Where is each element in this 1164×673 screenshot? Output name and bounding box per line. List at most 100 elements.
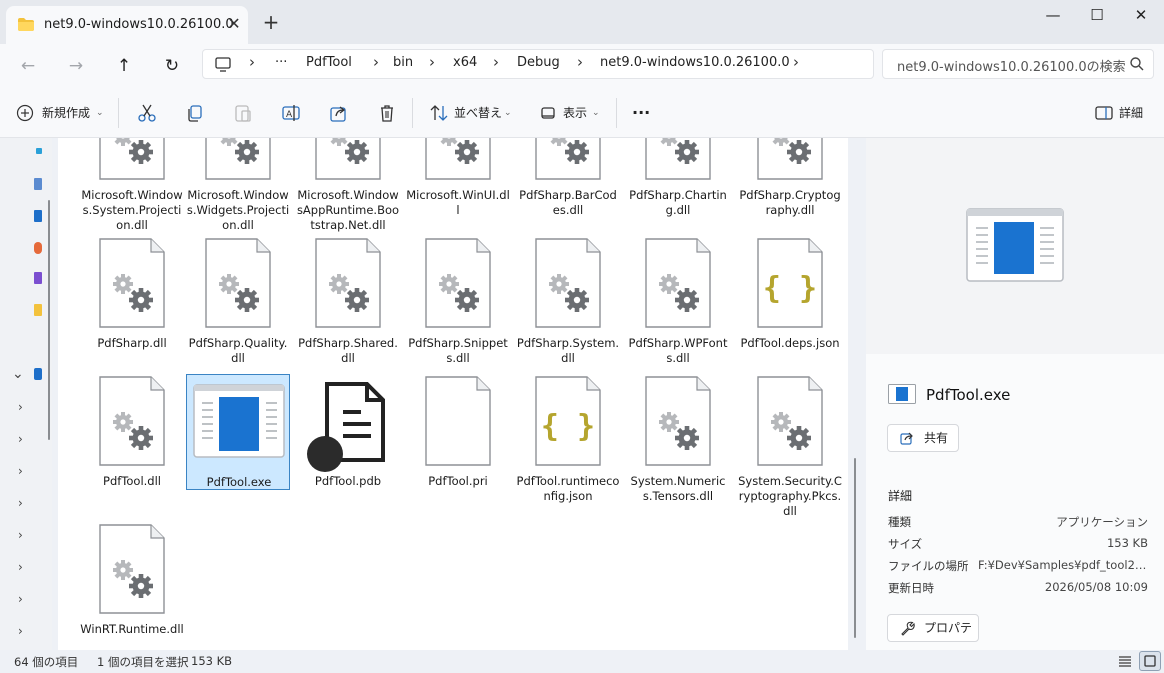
file-name: PdfSharp.dll bbox=[97, 336, 167, 350]
file-item[interactable]: PdfTool.pdb bbox=[296, 374, 400, 490]
file-item[interactable]: PdfTool.dll bbox=[80, 374, 184, 490]
title-bar: net9.0-windows10.0.26100.0 ✕ + — ☐ ✕ bbox=[0, 0, 1164, 44]
file-item[interactable]: PdfSharp.WPFonts.dll bbox=[626, 236, 730, 365]
computer-icon bbox=[215, 57, 231, 72]
chevron-right-icon[interactable]: › bbox=[18, 560, 23, 574]
file-item[interactable]: Microsoft.Windows.Widgets.Projection.dll bbox=[186, 138, 290, 232]
file-item[interactable]: PdfSharp.Cryptography.dll bbox=[738, 138, 842, 217]
chevron-right-icon[interactable]: › bbox=[18, 496, 23, 510]
file-item[interactable]: PdfSharp.dll bbox=[80, 236, 184, 352]
breadcrumb-net9[interactable]: net9.0-windows10.0.26100.0 bbox=[600, 55, 790, 70]
breadcrumb-x64[interactable]: x64 bbox=[453, 55, 477, 70]
share-label: 共有 bbox=[924, 431, 949, 445]
details-view-icon[interactable] bbox=[1117, 654, 1133, 668]
nav-item-icon[interactable] bbox=[34, 210, 42, 222]
share-icon bbox=[900, 432, 913, 445]
file-item[interactable]: PdfTool.exe bbox=[186, 374, 290, 490]
file-name: PdfSharp.BarCodes.dll bbox=[519, 188, 617, 217]
nav-item-icon[interactable] bbox=[34, 304, 42, 316]
nav-item-icon[interactable] bbox=[34, 272, 42, 284]
file-item[interactable]: System.Security.Cryptography.Pkcs.dll bbox=[738, 374, 842, 518]
cloud-icon[interactable] bbox=[34, 368, 42, 380]
nav-item-icon[interactable] bbox=[34, 242, 42, 254]
file-name: System.Security.Cryptography.Pkcs.dll bbox=[738, 474, 842, 518]
wrench-icon bbox=[901, 621, 915, 636]
file-item[interactable]: Microsoft.WinUI.dll bbox=[406, 138, 510, 217]
chevron-right-icon[interactable]: › bbox=[18, 432, 23, 446]
tab-current-folder[interactable]: net9.0-windows10.0.26100.0 ✕ bbox=[6, 6, 248, 44]
file-item[interactable]: System.Numerics.Tensors.dll bbox=[626, 374, 730, 503]
file-item[interactable]: { } PdfTool.deps.json bbox=[738, 236, 842, 352]
file-item[interactable]: { } PdfTool.runtimeconfig.json bbox=[516, 374, 620, 503]
breadcrumb-bin[interactable]: bin bbox=[393, 55, 413, 70]
share-button[interactable]: 共有 bbox=[887, 424, 959, 452]
file-item[interactable]: Microsoft.WindowsAppRuntime.Bootstrap.Ne… bbox=[296, 138, 400, 232]
file-name: PdfTool.deps.json bbox=[740, 336, 840, 350]
file-item[interactable]: WinRT.Runtime.dll bbox=[80, 522, 184, 638]
new-tab-button[interactable]: + bbox=[258, 10, 284, 36]
command-bar: 新規作成 ⌄ A 並べ替え ⌄ 表示 ⌄ ··· 詳細 bbox=[0, 88, 1164, 138]
file-name: PdfTool.pri bbox=[428, 474, 488, 488]
file-name: PdfSharp.System.dll bbox=[516, 336, 620, 365]
file-item[interactable]: PdfSharp.Charting.dll bbox=[626, 138, 730, 217]
dll-gear-icon bbox=[99, 524, 165, 614]
chevron-right-icon: › bbox=[577, 53, 583, 71]
delete-icon[interactable] bbox=[376, 102, 398, 124]
chevron-right-icon[interactable]: › bbox=[18, 624, 23, 638]
new-button[interactable]: 新規作成 bbox=[42, 101, 90, 125]
more-options-button[interactable]: ··· bbox=[632, 101, 650, 125]
breadcrumb-debug[interactable]: Debug bbox=[517, 55, 560, 70]
file-item[interactable]: PdfSharp.BarCodes.dll bbox=[516, 138, 620, 217]
nav-item-icon[interactable] bbox=[36, 148, 42, 154]
rename-icon[interactable]: A bbox=[280, 102, 302, 124]
prop-key: 種類 bbox=[888, 515, 911, 529]
chevron-down-icon[interactable]: ⌄ bbox=[12, 366, 24, 382]
separator bbox=[412, 98, 413, 128]
up-button[interactable]: ↑ bbox=[110, 53, 138, 81]
forward-button[interactable]: → bbox=[62, 53, 90, 81]
paste-icon[interactable] bbox=[232, 102, 254, 124]
properties-button[interactable]: プロパティ bbox=[887, 614, 979, 661]
view-button[interactable]: 表示 bbox=[563, 101, 587, 125]
file-list[interactable]: Microsoft.Windows.System.Projection.dll M… bbox=[58, 138, 848, 650]
file-list-scrollbar[interactable] bbox=[852, 138, 858, 650]
chevron-right-icon[interactable]: › bbox=[18, 592, 23, 606]
dll-gear-icon bbox=[205, 238, 271, 328]
more-breadcrumbs-button[interactable]: ··· bbox=[275, 55, 287, 70]
file-item[interactable]: PdfSharp.Shared.dll bbox=[296, 236, 400, 365]
maximize-button[interactable]: ☐ bbox=[1074, 0, 1120, 32]
file-item[interactable]: PdfSharp.Quality.dll bbox=[186, 236, 290, 365]
json-braces-icon: { } bbox=[757, 238, 823, 328]
share-icon[interactable] bbox=[328, 102, 350, 124]
close-tab-button[interactable]: ✕ bbox=[222, 12, 246, 36]
chevron-right-icon[interactable]: › bbox=[18, 528, 23, 542]
nav-item-icon[interactable] bbox=[34, 178, 42, 190]
file-item[interactable]: Microsoft.Windows.System.Projection.dll bbox=[80, 138, 184, 232]
minimize-button[interactable]: — bbox=[1030, 0, 1076, 32]
navigation-pane: ⌄ › › › › › › › › bbox=[0, 138, 52, 650]
folder-icon bbox=[18, 18, 34, 31]
cut-icon[interactable] bbox=[136, 102, 158, 124]
search-input[interactable]: net9.0-windows10.0.26100.0の検索 bbox=[882, 49, 1154, 79]
details-button[interactable]: 詳細 bbox=[1119, 101, 1143, 125]
chevron-right-icon: › bbox=[249, 53, 255, 71]
large-icons-view-button[interactable] bbox=[1139, 651, 1161, 671]
back-button[interactable]: ← bbox=[14, 53, 42, 81]
file-name: PdfSharp.Shared.dll bbox=[298, 336, 398, 365]
prop-size: サイズ 153 KB bbox=[888, 536, 1148, 552]
sidebar-scrollbar[interactable] bbox=[48, 200, 50, 440]
close-window-button[interactable]: ✕ bbox=[1118, 0, 1164, 32]
dll-gear-icon bbox=[315, 138, 381, 180]
file-name: PdfSharp.Snippets.dll bbox=[408, 336, 508, 365]
refresh-button[interactable]: ↻ bbox=[158, 53, 186, 81]
breadcrumb-pdftool[interactable]: PdfTool bbox=[306, 55, 352, 70]
file-item[interactable]: PdfSharp.System.dll bbox=[516, 236, 620, 365]
chevron-right-icon[interactable]: › bbox=[18, 464, 23, 478]
file-item[interactable]: PdfTool.pri bbox=[406, 374, 510, 490]
copy-icon[interactable] bbox=[184, 102, 206, 124]
sort-button[interactable]: 並べ替え bbox=[454, 101, 502, 125]
address-bar[interactable]: › ··· PdfTool › bin › x64 › Debug › net9… bbox=[202, 49, 874, 79]
scrollbar-thumb[interactable] bbox=[854, 458, 856, 638]
chevron-right-icon[interactable]: › bbox=[18, 400, 23, 414]
file-item[interactable]: PdfSharp.Snippets.dll bbox=[406, 236, 510, 365]
